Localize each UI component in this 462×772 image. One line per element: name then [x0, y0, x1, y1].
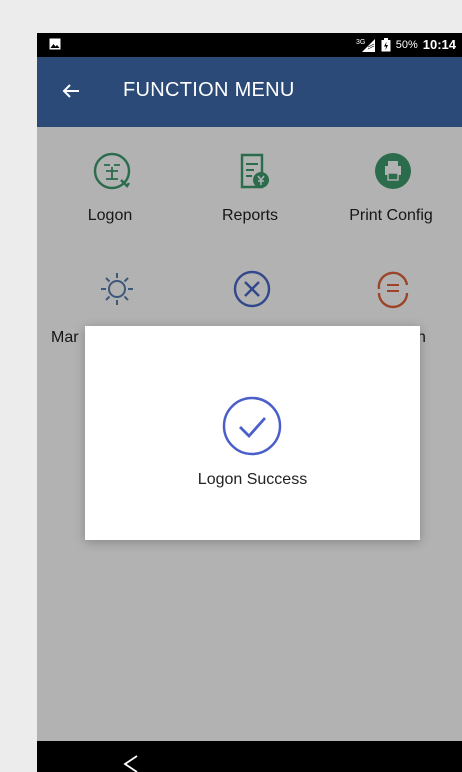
status-bar: 3G 50% 10:14 [37, 33, 462, 57]
svg-text:3G: 3G [356, 39, 365, 46]
app-bar: FUNCTION MENU [37, 57, 462, 127]
clock: 10:14 [422, 37, 456, 52]
battery-percent: 50% [395, 38, 418, 51]
arrow-left-icon[interactable] [59, 79, 83, 103]
page-title: FUNCTION MENU [123, 79, 295, 101]
function-menu: Logon Reports Print Config Mar n Logon S… [37, 127, 462, 741]
logon-success-dialog: Logon Success [85, 326, 420, 540]
system-nav-bar [37, 741, 462, 772]
signal-icon: 3G [356, 38, 375, 52]
device-screen: 3G 50% 10:14 FUNCTION MENU Logon Reports… [37, 33, 462, 772]
image-notification-icon [49, 38, 61, 50]
battery-icon [381, 37, 391, 51]
check-circle-icon [222, 396, 282, 456]
back-triangle-icon[interactable] [121, 754, 141, 772]
dialog-message: Logon Success [197, 471, 308, 488]
